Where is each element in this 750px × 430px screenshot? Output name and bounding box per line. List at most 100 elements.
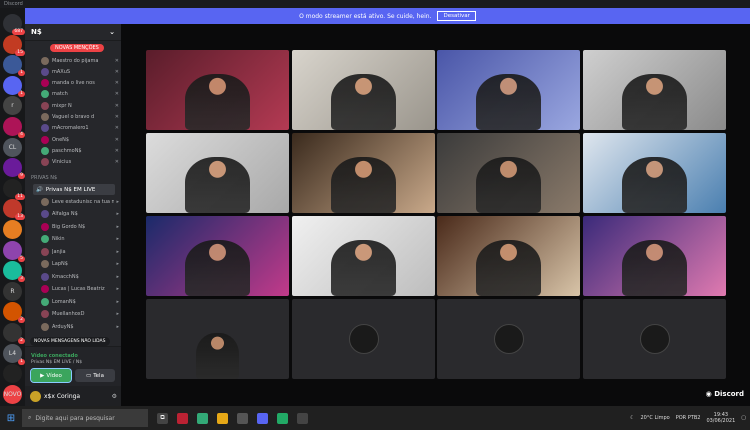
- voice-user[interactable]: LomanN$ ▸: [41, 296, 119, 307]
- media-icon[interactable]: [237, 412, 248, 424]
- new-unread-pill[interactable]: NOVAS MENSAGENS NÃO LIDAS: [30, 337, 110, 346]
- live-video-icon: ▸: [116, 223, 119, 230]
- voice-user[interactable]: LapN$ ▸: [41, 259, 119, 270]
- server-icon[interactable]: 13: [3, 199, 25, 221]
- video-tile[interactable]: [292, 50, 435, 130]
- server-icon[interactable]: 15: [3, 34, 25, 56]
- video-tile[interactable]: [437, 299, 580, 379]
- system-tray: ☾ 20°C Limpo POR PTB2 19:43 03/06/2021 ▢: [630, 406, 746, 430]
- server-icon[interactable]: 4: [3, 117, 25, 138]
- server-icon[interactable]: 5: [3, 240, 25, 262]
- video-tile[interactable]: [583, 216, 726, 296]
- discord-taskbar-icon[interactable]: [257, 412, 268, 424]
- voice-user[interactable]: Vaguel o bravo d ✕: [41, 112, 119, 123]
- voice-user[interactable]: Big Gordo N$ ▸: [41, 221, 119, 232]
- voice-user[interactable]: paschmoN$ ✕: [41, 145, 119, 156]
- windows-start-icon[interactable]: ⊞: [0, 406, 22, 430]
- voice-user[interactable]: MuellanhoxD ▸: [41, 309, 119, 320]
- settings-gear-icon[interactable]: ⚙: [112, 393, 117, 400]
- voice-user[interactable]: KmacchN$ ▸: [41, 271, 119, 282]
- discord-watermark: ◉ Discord: [706, 390, 744, 398]
- video-tile[interactable]: [583, 50, 726, 130]
- voice-user[interactable]: Lucas | Lucas Beatriz ▸: [41, 284, 119, 295]
- video-tile[interactable]: [146, 299, 289, 379]
- voice-user-name: LomanN$: [52, 298, 76, 305]
- app-icon[interactable]: [177, 412, 188, 424]
- taskbar-search[interactable]: ⌕ Digite aqui para pesquisar: [22, 409, 148, 427]
- voice-channel-live[interactable]: 🔊 Privas N$ EM LIVE: [33, 184, 115, 195]
- voice-user[interactable]: match ✕: [41, 89, 119, 100]
- server-icon[interactable]: NOVO: [3, 384, 22, 404]
- video-button[interactable]: ▶ Vídeo: [30, 368, 72, 383]
- video-tile[interactable]: [146, 50, 289, 130]
- server-icon[interactable]: 2: [3, 323, 25, 344]
- video-tile[interactable]: [437, 133, 580, 213]
- game-app-icon[interactable]: [277, 412, 288, 424]
- live-video-icon: ▸: [116, 323, 119, 330]
- server-icon[interactable]: [3, 220, 22, 239]
- server-icon[interactable]: R: [3, 281, 22, 301]
- voice-user[interactable]: Nikin ▸: [41, 234, 119, 245]
- voice-user-name: Nikin: [52, 236, 65, 242]
- voice-user[interactable]: Maestro do pijama ✕: [41, 55, 119, 66]
- server-icon[interactable]: 3: [3, 261, 25, 283]
- video-tile[interactable]: [292, 299, 435, 379]
- server-icon[interactable]: 11: [3, 178, 25, 200]
- current-username: x$x Coringa: [44, 392, 81, 400]
- language-indicator[interactable]: POR PTB2: [676, 415, 701, 421]
- video-tile[interactable]: [437, 50, 580, 130]
- voice-user[interactable]: mixpr N ✕: [41, 100, 119, 111]
- video-tile[interactable]: [437, 216, 580, 296]
- voice-channel-name: Privas N$ EM LIVE: [45, 186, 96, 193]
- obs-icon[interactable]: [297, 412, 308, 424]
- muted-mic-icon: ✕: [114, 125, 119, 132]
- voice-channel-path[interactable]: Privas N$ EM LIVE / N$: [31, 360, 82, 365]
- server-icon[interactable]: L4 1: [3, 343, 25, 365]
- video-tile[interactable]: [292, 133, 435, 213]
- participant-video: [330, 157, 397, 213]
- screen-share-button[interactable]: ▭ Tela: [75, 369, 115, 382]
- voice-user[interactable]: Janjia ▸: [41, 246, 119, 257]
- avatar: [41, 146, 49, 155]
- server-icon[interactable]: r: [3, 96, 22, 116]
- server-icon[interactable]: 687: [3, 14, 25, 35]
- server-icon[interactable]: 2: [3, 302, 25, 324]
- unread-badge: 15: [15, 49, 25, 56]
- video-tile[interactable]: [146, 133, 289, 213]
- weather-text[interactable]: 20°C Limpo: [641, 415, 670, 421]
- video-tile[interactable]: [583, 133, 726, 213]
- task-view-icon[interactable]: ⧉: [157, 412, 168, 424]
- server-icon[interactable]: 1: [3, 75, 25, 97]
- voice-user-name: MuellanhoxD: [52, 311, 85, 317]
- voice-user[interactable]: Leve estadunisc na tua nalo▸: [41, 196, 119, 207]
- notification-icon[interactable]: ▢: [741, 415, 746, 421]
- video-tile[interactable]: [292, 216, 435, 296]
- folder-icon[interactable]: [217, 412, 228, 424]
- disable-streamer-button[interactable]: Desativar: [437, 11, 476, 21]
- voice-user[interactable]: ArduyN$ ▸: [41, 321, 119, 332]
- category-privas[interactable]: PRIVAS N$: [31, 175, 57, 181]
- server-header[interactable]: N$ ⌄: [25, 24, 121, 41]
- avatar: [41, 247, 49, 256]
- server-icon[interactable]: 9: [3, 158, 25, 180]
- speaker-icon: 🔊: [36, 186, 43, 193]
- video-tile[interactable]: [146, 216, 289, 296]
- server-icon[interactable]: 1: [3, 55, 25, 77]
- voice-user-name: ArduyN$: [52, 323, 74, 330]
- voice-user[interactable]: OneN$ ✕: [41, 134, 119, 145]
- clock[interactable]: 19:43 03/06/2021: [706, 412, 735, 424]
- voice-user[interactable]: manda o live nos ✕: [41, 78, 119, 89]
- muted-mic-icon: ✕: [114, 114, 119, 120]
- video-tile[interactable]: [583, 299, 726, 379]
- window-title: Discord: [4, 1, 23, 7]
- voice-user-name: Maestro do pijama: [52, 57, 99, 64]
- server-icon[interactable]: CL: [3, 137, 22, 157]
- voice-user[interactable]: mAXuS ✕: [41, 66, 119, 77]
- voice-user[interactable]: Vinicius ✕: [41, 157, 119, 168]
- voice-user[interactable]: mAcromalero1 ✕: [41, 123, 119, 134]
- voice-user[interactable]: Alfalga N$ ▸: [41, 209, 119, 220]
- new-mentions-pill[interactable]: NOVAS MENÇÕES: [50, 44, 104, 52]
- avatar[interactable]: [30, 390, 41, 402]
- server-icon[interactable]: [3, 364, 22, 384]
- chrome-icon[interactable]: [197, 412, 208, 424]
